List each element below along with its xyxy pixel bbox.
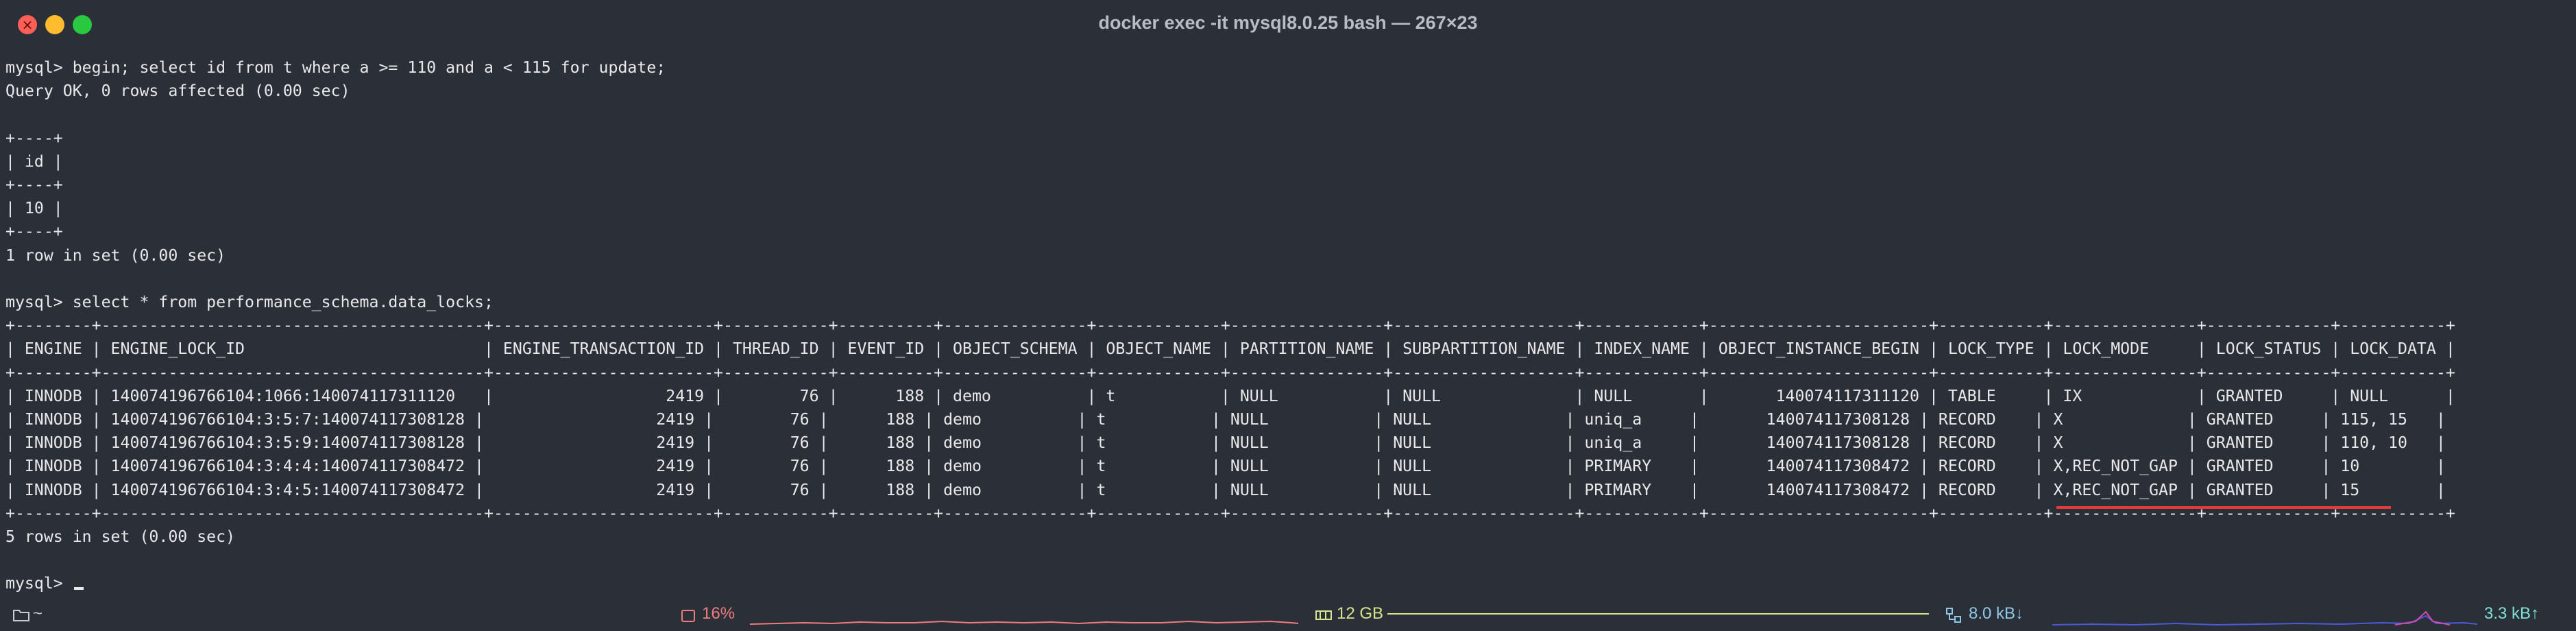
table-row: | INNODB | 140074196766104:3:5:9:1400741… bbox=[5, 433, 2446, 453]
terminal-output[interactable]: mysql> begin; select id from t where a >… bbox=[5, 56, 2569, 598]
table-border: +--------+------------------------------… bbox=[5, 363, 2455, 382]
terminal-line: 1 row in set (0.00 sec) bbox=[5, 246, 226, 265]
table-row: | INNODB | 140074196766104:3:4:5:1400741… bbox=[5, 480, 2446, 499]
table-row: | INNODB | 140074196766104:3:4:4:1400741… bbox=[5, 457, 2446, 476]
text-cursor bbox=[73, 587, 84, 591]
prompt-line[interactable]: mysql> bbox=[5, 574, 73, 593]
memory-usage: 12 GB bbox=[1337, 604, 1384, 623]
window-title: docker exec -it mysql8.0.25 bash — 267×2… bbox=[1098, 12, 1478, 33]
terminal-line: +----+ bbox=[5, 176, 63, 195]
memory-icon bbox=[1315, 610, 1332, 620]
terminal-line: | 10 | bbox=[5, 199, 63, 218]
network-upload-rate: 3.3 kB↑ bbox=[2484, 604, 2540, 623]
status-bar: ~ 16% 12 GB 8.0 kB↓ 3.3 kB↑ bbox=[0, 597, 2576, 631]
terminal-line: | id | bbox=[5, 152, 63, 171]
cpu-icon bbox=[681, 610, 695, 622]
terminal-line: +----+ bbox=[5, 128, 63, 147]
current-directory[interactable]: ~ bbox=[33, 605, 42, 623]
terminal-line: Query OK, 0 rows affected (0.00 sec) bbox=[5, 82, 350, 101]
network-sparkline bbox=[2052, 610, 2477, 626]
window-titlebar: × docker exec -it mysql8.0.25 bash — 267… bbox=[0, 0, 2576, 52]
memory-sparkline bbox=[1387, 613, 1929, 615]
table-header-row: | ENGINE | ENGINE_LOCK_ID | ENGINE_TRANS… bbox=[5, 340, 2455, 359]
cpu-usage: 16% bbox=[702, 604, 736, 623]
terminal-line: +----+ bbox=[5, 222, 63, 241]
table-row: | INNODB | 140074196766104:3:5:7:1400741… bbox=[5, 410, 2446, 429]
folder-icon bbox=[13, 610, 29, 621]
network-download-rate: 8.0 kB↓ bbox=[1969, 604, 2024, 623]
lock-mode-highlight-underline bbox=[2056, 506, 2391, 509]
terminal-line: mysql> select * from performance_schema.… bbox=[5, 293, 494, 312]
table-border: +--------+------------------------------… bbox=[5, 316, 2455, 335]
network-icon bbox=[1946, 608, 1961, 623]
terminal-line: mysql> begin; select id from t where a >… bbox=[5, 58, 666, 77]
cpu-sparkline bbox=[750, 620, 1298, 625]
table-row: | INNODB | 140074196766104:1066:14007411… bbox=[5, 386, 2455, 405]
terminal-line: 5 rows in set (0.00 sec) bbox=[5, 527, 236, 547]
